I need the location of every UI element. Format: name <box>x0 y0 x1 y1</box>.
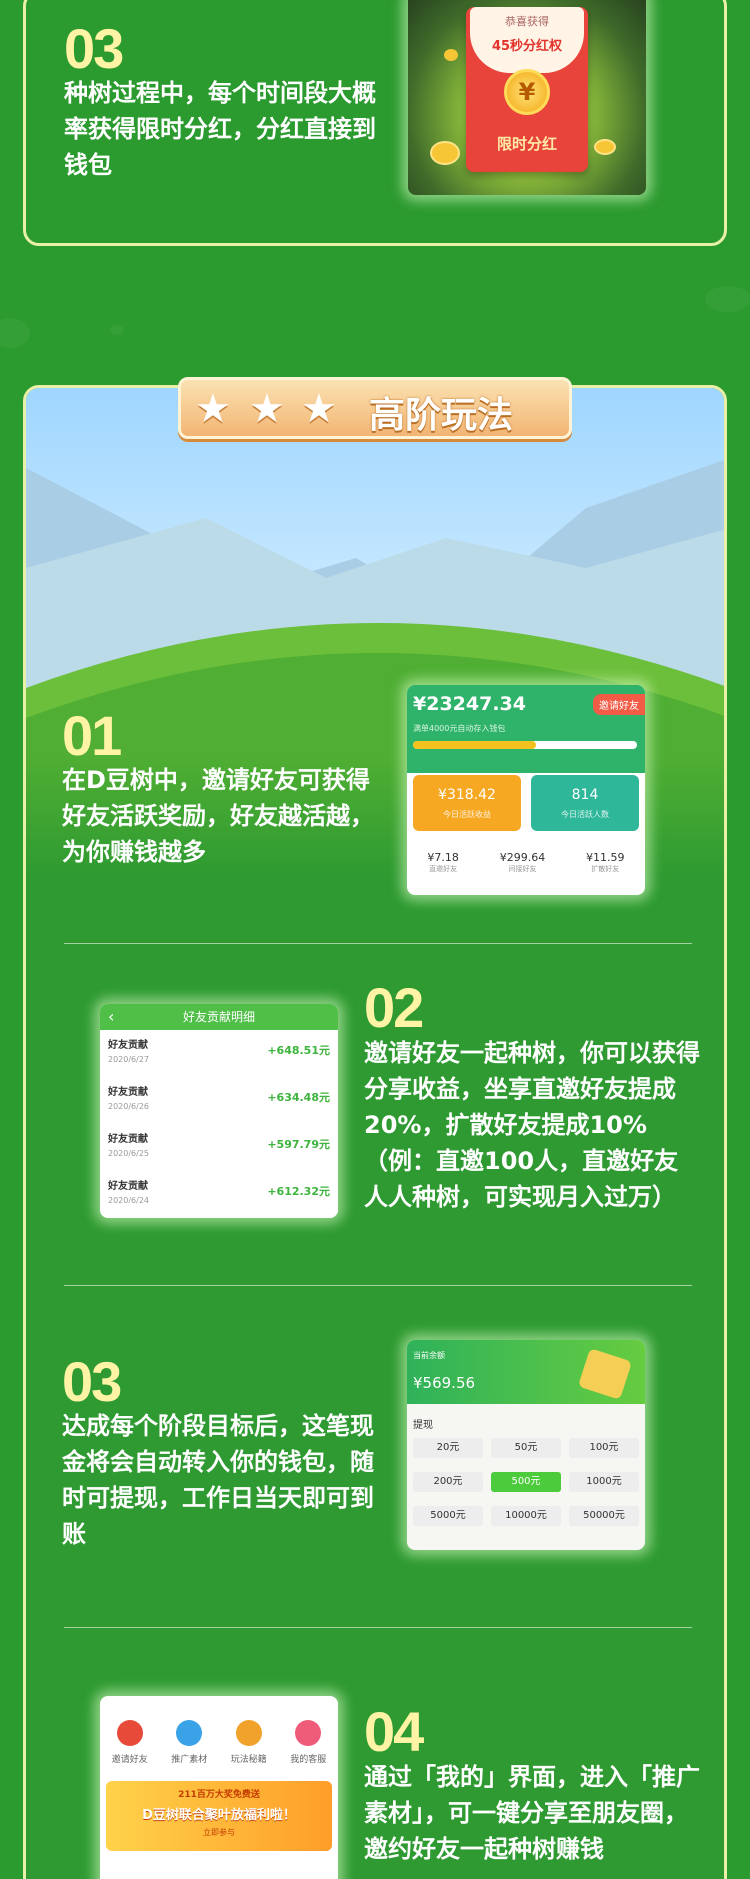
amount-option[interactable]: 500元 <box>491 1472 561 1492</box>
invite-friends-button[interactable]: 邀请好友 <box>593 694 645 715</box>
step-description: 通过「我的」界面，进入「推广素材」，可一键分享至朋友圈，邀约好友一起种树赚钱 <box>364 1763 700 1863</box>
list-item: 好友贡献 2020/6/24 +612.32元 <box>108 1181 330 1205</box>
amount-options: 20元 50元 100元 200元 500元 1000元 5000元 10000… <box>413 1438 639 1526</box>
envelope-paper: 恭喜获得 45秒分红权 <box>470 7 584 73</box>
progress-fill <box>413 741 537 749</box>
wallet-icon <box>577 1348 633 1400</box>
picture-icon <box>176 1720 203 1746</box>
background-dot <box>705 286 750 312</box>
stat-spread: ¥11.59 扩散好友 <box>586 851 625 873</box>
contribution-header: ‹ 好友贡献明细 <box>100 1004 338 1030</box>
divider <box>64 1285 692 1286</box>
basic-step-card: 03 种树过程中，每个时间段大概率获得限时分红，分红直接到钱包 恭喜获得 45秒… <box>23 0 727 246</box>
step-description: 种树过程中，每个时间段大概率获得限时分红，分红直接到钱包 <box>64 79 376 179</box>
active-users-card: 814 今日活跃人数 <box>531 775 639 831</box>
menu-item-service[interactable]: 我的客服 <box>290 1720 326 1765</box>
step-description: 在D豆树中，邀请好友可获得好友活跃奖励，好友越活越，为你赚钱越多 <box>62 766 374 866</box>
step-description: 邀请好友一起种树，你可以获得分享收益，坐享直邀好友提成20%，扩散好友提成10%… <box>364 1039 700 1211</box>
dividend-envelope-screenshot: 恭喜获得 45秒分红权 ¥ 限时分红 <box>408 0 646 195</box>
progress-caption: 满单4000元自动存入钱包 <box>413 724 506 733</box>
list-item: 好友贡献 2020/6/25 +597.79元 <box>108 1134 330 1158</box>
back-icon[interactable]: ‹ <box>108 1004 114 1030</box>
step-number: 02 <box>364 976 424 1039</box>
amount-option[interactable]: 50000元 <box>569 1506 639 1526</box>
earnings-header: ¥23247.34 邀请好友 满单4000元自动存入钱包 <box>407 685 645 773</box>
step-number: 03 <box>62 1350 122 1413</box>
step-number: 04 <box>364 1700 424 1763</box>
divider <box>64 1627 692 1628</box>
star-icon: ★ <box>249 386 285 432</box>
envelope-title: 45秒分红权 <box>491 39 563 54</box>
amount-option[interactable]: 10000元 <box>491 1506 561 1526</box>
stat-direct: ¥7.18 直邀好友 <box>427 851 459 873</box>
coin-icon: ¥ <box>504 69 550 115</box>
divider <box>64 943 692 944</box>
step-description: 达成每个阶段目标后，这笔现金将会自动转入你的钱包，随时可提现，工作日当天即可到账 <box>62 1412 374 1548</box>
envelope-header: 恭喜获得 <box>505 15 549 28</box>
envelope-footer: 限时分红 <box>496 135 557 153</box>
menu-item-materials[interactable]: 推广素材 <box>171 1720 207 1765</box>
active-income-card: ¥318.42 今日活跃收益 <box>413 775 521 831</box>
menu-item-invite[interactable]: 邀请好友 <box>112 1720 148 1765</box>
menu-item-guide[interactable]: 玩法秘籍 <box>231 1720 267 1765</box>
promo-sub: 立即参与 <box>203 1828 235 1837</box>
book-icon <box>235 1720 262 1746</box>
star-icon: ★ <box>301 386 337 432</box>
list-item: 好友贡献 2020/6/26 +634.48元 <box>108 1087 330 1111</box>
red-envelope-icon <box>116 1720 143 1746</box>
invite-earnings-screenshot: ¥23247.34 邀请好友 满单4000元自动存入钱包 ¥318.42 今日活… <box>407 685 645 895</box>
withdraw-label: 提现 <box>413 1420 433 1431</box>
amount-option[interactable]: 200元 <box>413 1472 483 1492</box>
section-banner: ★ ★ ★ 高阶玩法 <box>178 377 572 439</box>
list-item: 好友贡献 2020/6/27 +648.51元 <box>108 1040 330 1064</box>
total-balance: ¥23247.34 <box>413 693 526 715</box>
amount-option[interactable]: 1000元 <box>569 1472 639 1492</box>
balance-amount: ¥569.56 <box>413 1374 476 1392</box>
progress-bar <box>413 741 637 749</box>
contribution-list: 好友贡献 2020/6/27 +648.51元 好友贡献 2020/6/26 +… <box>100 1030 338 1218</box>
background-dot <box>0 318 30 348</box>
contribution-title: 好友贡献明细 <box>182 1010 255 1024</box>
gold-coin-icon <box>444 49 458 61</box>
balance-label: 当前余额 <box>413 1351 445 1360</box>
balance-header: 当前余额 ¥569.56 <box>407 1340 645 1404</box>
step-number: 01 <box>62 704 122 767</box>
active-income-value: ¥318.42 <box>438 787 496 803</box>
withdraw-screenshot: 当前余额 ¥569.56 提现 20元 50元 100元 200元 500元 1… <box>407 1340 645 1550</box>
promo-main: D豆树联合聚叶放福利啦！ <box>142 1808 296 1823</box>
star-icon: ★ <box>195 386 231 432</box>
amount-option[interactable]: 100元 <box>569 1438 639 1458</box>
active-income-label: 今日活跃收益 <box>443 810 491 819</box>
gold-coin-icon <box>430 141 460 165</box>
friend-stats-row: ¥7.18 直邀好友 ¥299.64 间接好友 ¥11.59 扩散好友 <box>407 851 645 874</box>
background-dot <box>110 325 124 335</box>
earnings-cards: ¥318.42 今日活跃收益 814 今日活跃人数 <box>413 775 639 831</box>
amount-option[interactable]: 50元 <box>491 1438 561 1458</box>
friend-contribution-screenshot: ‹ 好友贡献明细 好友贡献 2020/6/27 +648.51元 好友贡献 20… <box>100 1004 338 1218</box>
gold-coin-icon <box>594 139 616 155</box>
amount-option[interactable]: 20元 <box>413 1438 483 1458</box>
chat-icon <box>295 1720 322 1746</box>
promo-banner[interactable]: 211百万大奖免费送 D豆树联合聚叶放福利啦！ 立即参与 <box>106 1781 332 1851</box>
step-number: 03 <box>64 17 124 80</box>
advanced-play-card: 01 在D豆树中，邀请好友可获得好友活跃奖励，好友越活越，为你赚钱越多 ¥232… <box>23 385 727 1879</box>
envelope: 恭喜获得 45秒分红权 ¥ 限时分红 <box>466 7 588 172</box>
menu-row: 邀请好友 推广素材 玩法秘籍 我的客服 <box>100 1696 338 1765</box>
section-title: 高阶玩法 <box>369 395 514 436</box>
active-users-label: 今日活跃人数 <box>561 810 609 819</box>
my-page-screenshot: 邀请好友 推广素材 玩法秘籍 我的客服 211百万大奖免费送 D豆树联合聚叶放福… <box>100 1696 338 1879</box>
promo-top: 211百万大奖免费送 <box>178 1790 260 1800</box>
amount-option[interactable]: 5000元 <box>413 1506 483 1526</box>
active-users-value: 814 <box>571 787 599 803</box>
stat-indirect: ¥299.64 间接好友 <box>499 851 546 873</box>
